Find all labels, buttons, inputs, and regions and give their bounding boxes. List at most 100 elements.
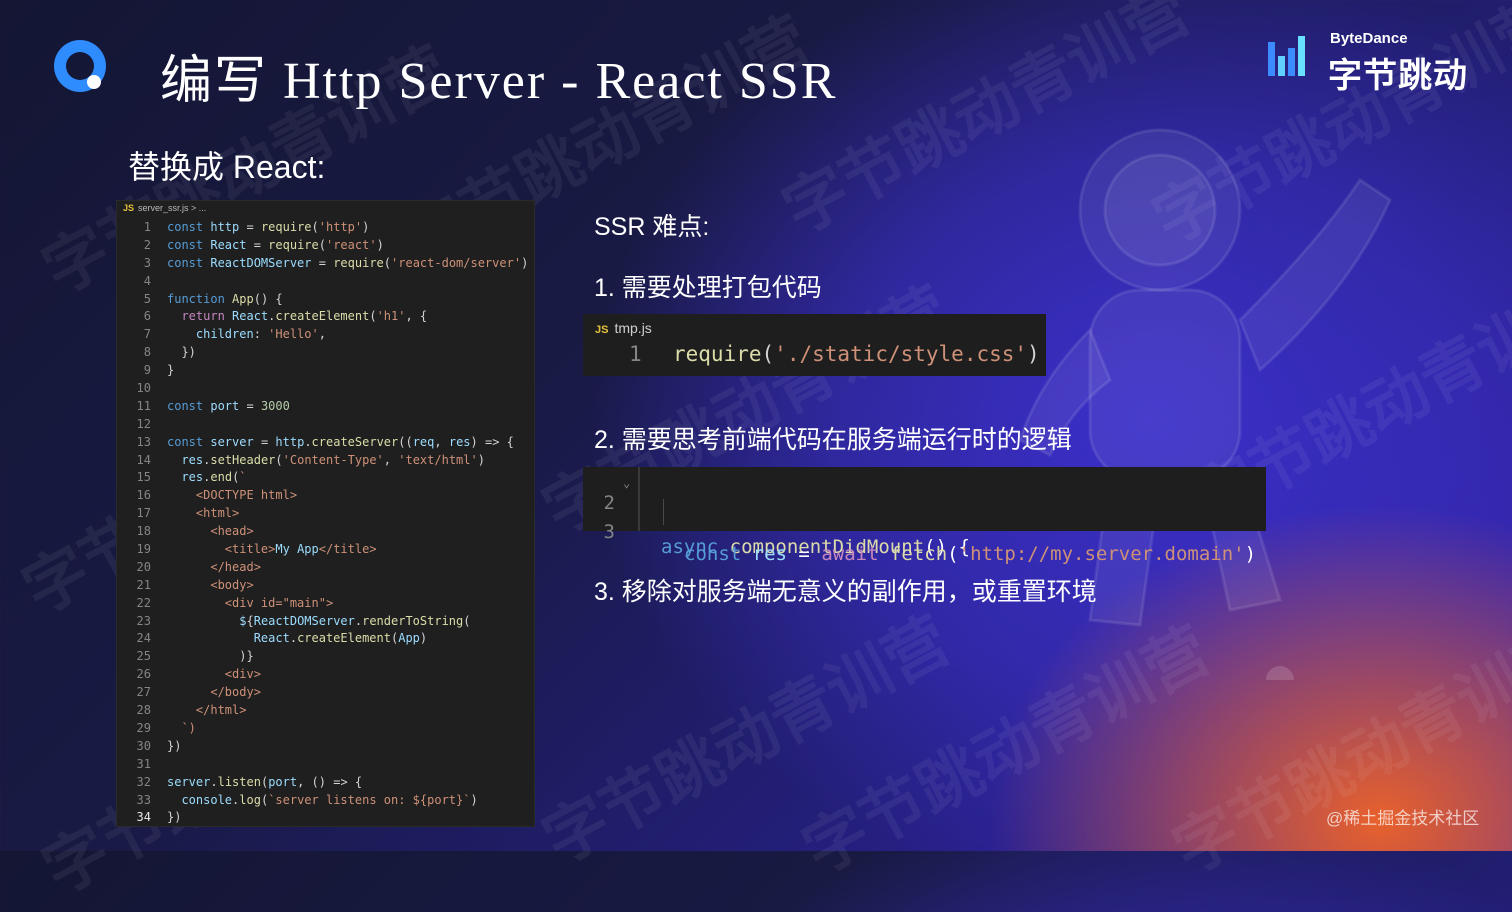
code-text: <div id="main"> bbox=[224, 595, 334, 610]
code-line: 4 bbox=[117, 273, 534, 291]
code-line: 26 <div> bbox=[117, 666, 534, 684]
line-number: 34 bbox=[136, 810, 151, 825]
line-number: 30 bbox=[136, 738, 151, 753]
line-number: 32 bbox=[136, 774, 151, 789]
code-text: `) bbox=[181, 720, 196, 735]
line-number: 8 bbox=[143, 345, 151, 360]
code-line: 23 ${ReactDOMServer.renderToString( bbox=[117, 613, 534, 631]
code-line: 33 console.log(`server listens on: ${por… bbox=[117, 792, 534, 810]
snippet-code-line3: const res = await fetch('http://my.serve… bbox=[684, 543, 1257, 565]
code-line: 18 <head> bbox=[117, 523, 534, 541]
code-text: const http = require('http') bbox=[167, 220, 370, 234]
code-text: <html> bbox=[195, 506, 240, 521]
js-file-icon: JS bbox=[123, 203, 135, 213]
code-text: <div> bbox=[224, 667, 261, 682]
line-number: 6 bbox=[143, 309, 151, 324]
code-line: 28 </html> bbox=[117, 702, 534, 720]
line-number: 15 bbox=[136, 470, 151, 485]
line-number: 14 bbox=[136, 452, 151, 467]
line-number: 24 bbox=[136, 631, 151, 646]
line-number: 25 bbox=[136, 649, 151, 664]
code-text: }) bbox=[167, 345, 196, 360]
code-line: 3 const ReactDOMServer = require('react-d… bbox=[117, 255, 534, 273]
line-number: 28 bbox=[136, 703, 151, 718]
line-number: 7 bbox=[143, 327, 151, 342]
code-line: 30}) bbox=[117, 738, 534, 756]
code-line: 12 bbox=[117, 416, 534, 434]
code-line: 5 function App() { bbox=[117, 291, 534, 309]
code-text: console.log(`server listens on: ${port}`… bbox=[181, 792, 478, 807]
code-text: </head> bbox=[210, 559, 261, 574]
brand-name-en: ByteDance bbox=[1330, 30, 1408, 47]
code-line: 2 const React = require('react') bbox=[117, 237, 534, 255]
line-number: 1 bbox=[629, 342, 642, 366]
code-text: server.listen(port, () => { bbox=[167, 774, 363, 789]
code-text: } bbox=[167, 363, 175, 378]
code-line: 25 )} bbox=[117, 648, 534, 666]
fold-chevron-icon[interactable]: ⌄ bbox=[623, 476, 630, 490]
code-line: 6 return React.createElement('h1', { bbox=[117, 308, 534, 326]
code-line: 34}) bbox=[117, 809, 534, 827]
code-line: 16 <DOCTYPE html> bbox=[117, 487, 534, 505]
code-line: 20 </head> bbox=[117, 559, 534, 577]
line-number: 13 bbox=[136, 434, 151, 449]
line-number: 26 bbox=[136, 667, 151, 682]
snippet-tab: JS tmp.js bbox=[595, 320, 652, 336]
line-number: 5 bbox=[143, 291, 151, 306]
code-line: 10 bbox=[117, 380, 534, 398]
line-number: 3 bbox=[603, 521, 615, 543]
code-line: 21 <body> bbox=[117, 577, 534, 595]
code-text: ${ReactDOMServer.renderToString( bbox=[239, 613, 471, 628]
section-subtitle: 替换成 React: bbox=[128, 149, 326, 185]
js-file-icon: JS bbox=[595, 324, 609, 336]
code-text: const port = 3000 bbox=[167, 398, 290, 413]
line-number: 10 bbox=[136, 381, 151, 396]
code-text: }) bbox=[167, 738, 182, 753]
code-text: <DOCTYPE html> bbox=[195, 488, 298, 503]
code-text: res.setHeader('Content-Type', 'text/html… bbox=[181, 452, 485, 467]
editor-breadcrumb: JS server_ssr.js > ... bbox=[117, 201, 534, 219]
code-line: 9} bbox=[117, 362, 534, 380]
code-line: 11 const port = 3000 bbox=[117, 398, 534, 416]
course-logo-icon bbox=[54, 40, 106, 92]
line-number: 1 bbox=[143, 220, 151, 234]
code-editor: JS server_ssr.js > ... 1 const http = requ… bbox=[116, 200, 535, 827]
indent-guide bbox=[663, 499, 664, 525]
code-text: function App() { bbox=[167, 291, 283, 306]
code-line: 27 </body> bbox=[117, 684, 534, 702]
line-number: 2 bbox=[143, 237, 151, 252]
code-line: 14 res.setHeader('Content-Type', 'text/h… bbox=[117, 452, 534, 470]
line-number: 12 bbox=[136, 416, 151, 431]
code-line: 17 <html> bbox=[117, 505, 534, 523]
snippet-tab-label: tmp.js bbox=[614, 320, 652, 336]
code-text: </body> bbox=[210, 685, 261, 700]
line-number: 18 bbox=[136, 524, 151, 539]
code-text: return React.createElement('h1', { bbox=[181, 309, 428, 324]
code-lines: 1 const http = require('http') 2 const Reac… bbox=[117, 219, 534, 827]
line-number: 21 bbox=[136, 577, 151, 592]
line-number: 23 bbox=[136, 613, 151, 628]
line-number: 17 bbox=[136, 506, 151, 521]
gutter-divider bbox=[638, 467, 640, 531]
code-snippet-2: 2 ⌄ async componentDidMount() { 3 const … bbox=[583, 467, 1266, 565]
code-text: const React = require('react') bbox=[167, 237, 384, 252]
line-number: 33 bbox=[136, 792, 151, 807]
line-number: 31 bbox=[136, 756, 151, 771]
difficulties-heading: SSR 难点: bbox=[594, 213, 710, 241]
line-number: 19 bbox=[136, 542, 151, 557]
code-line: 31 bbox=[117, 756, 534, 774]
code-text: React.createElement(App) bbox=[253, 631, 428, 646]
code-line: 22 <div id="main"> bbox=[117, 595, 534, 613]
difficulty-item-2: 2. 需要思考前端代码在服务端运行时的逻辑 bbox=[594, 426, 1072, 454]
code-text: <head> bbox=[210, 524, 254, 539]
code-line-3: 3 const res = await fetch('http://my.ser… bbox=[583, 499, 1257, 565]
code-text: </html> bbox=[195, 703, 247, 718]
page-title: 编写 Http Server - React SSR bbox=[160, 53, 838, 110]
code-text: children: 'Hello', bbox=[195, 327, 326, 342]
code-text: const server = http.createServer((req, r… bbox=[167, 434, 514, 449]
code-line: 19 <title>My App</title> bbox=[117, 541, 534, 559]
code-line-2: 2 ⌄ async componentDidMount() { bbox=[583, 470, 970, 558]
line-number: 3 bbox=[143, 255, 151, 270]
breadcrumb-path: server_ssr.js > ... bbox=[138, 203, 207, 213]
code-line: 29 `) bbox=[117, 720, 534, 738]
